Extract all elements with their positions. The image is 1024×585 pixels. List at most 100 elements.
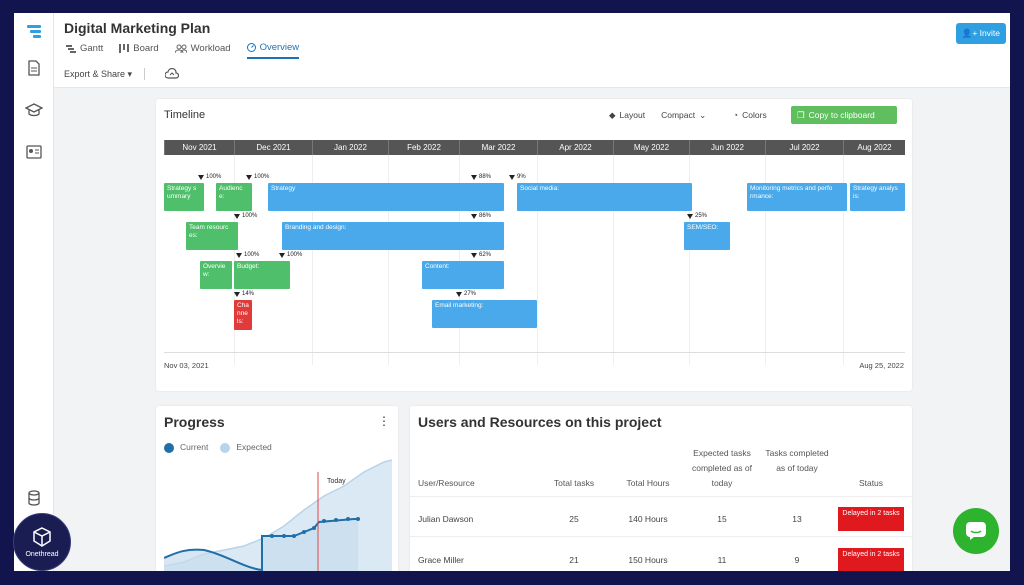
tab-label: Overview (259, 42, 300, 53)
percent-label: 100% (287, 252, 303, 258)
workload-icon (174, 44, 187, 53)
marker-triangle-icon (198, 174, 204, 180)
percent-label: 88% (479, 174, 492, 180)
copy-icon: ❐ (797, 109, 805, 120)
task-bar[interactable]: Strategy s ummary (164, 183, 204, 211)
users-resources-panel: Users and Resources on this project User… (410, 406, 912, 571)
contact-card-icon[interactable] (14, 139, 54, 165)
completed-tasks: 9 (794, 555, 800, 565)
chevron-down-icon: ⌄ (699, 109, 707, 120)
expected-tasks: 11 (717, 555, 727, 565)
user-name: Julian Dawson (418, 514, 474, 524)
cloud-sync-icon[interactable] (164, 67, 180, 85)
user-name: Grace Miller (418, 555, 464, 565)
column-header: Tasks completed as of today (765, 448, 829, 473)
current-point (270, 534, 274, 538)
month-label: Jul 2022 (765, 140, 843, 155)
task-bar[interactable]: SEM/SEO: (684, 222, 730, 250)
current-swatch (164, 442, 174, 453)
today-label: Today (327, 478, 346, 485)
more-options-icon[interactable]: ⋮ (378, 414, 390, 428)
legend-expected-label: Expected (236, 442, 272, 452)
task-bar[interactable]: Budget: (234, 261, 290, 289)
marker-triangle-icon (687, 213, 693, 219)
legend-expected: Expected (220, 442, 272, 453)
completed-tasks: 13 (792, 514, 802, 524)
layout-dropdown[interactable]: ◆ Layout Compact ⌄ (603, 106, 712, 124)
total-tasks: 21 (569, 555, 579, 565)
percent-marker: 100% (246, 174, 269, 180)
users-resources-title: Users and Resources on this project (418, 414, 662, 430)
overview-icon (246, 43, 256, 52)
chat-bubble-icon (966, 522, 986, 540)
total-tasks: 25 (569, 514, 579, 524)
invite-button[interactable]: 👤+ Invite (955, 23, 1006, 44)
task-bar[interactable]: Team resourc es: (186, 222, 238, 250)
app-logo-icon[interactable] (14, 19, 54, 45)
percent-label: 62% (479, 252, 492, 258)
percent-label: 25% (695, 213, 708, 219)
progress-title: Progress (164, 414, 225, 430)
copy-to-clipboard-button[interactable]: ❐ Copy to clipboard (791, 106, 897, 124)
task-bar[interactable]: Monitoring metrics and perfo rmance: (747, 183, 847, 211)
view-tabs: Gantt Board Workload Overview (66, 42, 300, 59)
marker-triangle-icon (246, 174, 252, 180)
task-bar[interactable]: Overvie w: (200, 261, 232, 289)
document-icon[interactable] (14, 55, 54, 81)
task-bar[interactable]: Cha nne ls: (234, 300, 252, 330)
layout-value: Compact (661, 110, 696, 120)
expected-swatch (220, 442, 231, 453)
timeline-baseline (164, 352, 905, 353)
task-bar[interactable]: Strategy (268, 183, 504, 211)
chat-button[interactable] (953, 508, 999, 554)
column-header: Total tasks (553, 478, 595, 488)
board-icon (119, 44, 130, 53)
export-share-dropdown[interactable]: Export & Share ▾ (64, 69, 132, 80)
percent-marker: 100% (236, 252, 259, 258)
column-header: Total Hours (626, 478, 670, 488)
task-bar[interactable]: Email marketing: (432, 300, 537, 328)
percent-label: 27% (464, 291, 477, 297)
task-bar[interactable]: Social media: (517, 183, 692, 211)
task-bar[interactable]: Branding and design: (282, 222, 504, 250)
colors-button[interactable]: ◔ Colors (727, 106, 773, 124)
layout-label: Layout (619, 110, 646, 120)
month-label: Apr 2022 (537, 140, 613, 155)
database-icon[interactable] (14, 485, 54, 511)
month-label: Aug 2022 (843, 140, 905, 155)
graduation-cap-icon[interactable] (14, 97, 54, 123)
tab-overview[interactable]: Overview (246, 42, 300, 59)
task-bar[interactable]: Strategy analys is: (850, 183, 905, 211)
legend-current: Current (164, 442, 208, 453)
legend-current-label: Current (180, 442, 209, 452)
percent-label: 100% (242, 213, 258, 219)
task-bar[interactable]: Content: (422, 261, 504, 289)
tab-label: Board (133, 43, 159, 54)
percent-marker: 14% (234, 291, 254, 297)
caret-down-icon: ▾ (127, 69, 133, 79)
current-point (312, 526, 316, 530)
toolbar-divider (144, 68, 145, 80)
marker-triangle-icon (234, 291, 240, 297)
tab-workload[interactable]: Workload (174, 42, 231, 59)
current-point (322, 519, 326, 523)
percent-label: 100% (244, 252, 260, 258)
column-header: Status (858, 478, 884, 488)
brand-name: Onethread (25, 551, 59, 558)
marker-triangle-icon (236, 252, 242, 258)
gantt-icon (66, 44, 76, 53)
percent-marker: 27% (456, 291, 476, 297)
add-user-icon: 👤+ (961, 28, 978, 38)
status-badge: Delayed in 2 tasks (838, 507, 904, 531)
current-point (282, 534, 286, 538)
brand-badge: Onethread (13, 513, 71, 571)
total-hours: 150 Hours (628, 555, 668, 565)
percent-label: 100% (206, 174, 222, 180)
tab-gantt[interactable]: Gantt (66, 42, 103, 59)
current-point (302, 530, 306, 534)
month-label: Nov 2021 (164, 140, 234, 155)
colors-label: Colors (742, 110, 767, 120)
timeline-title: Timeline (164, 109, 206, 121)
tab-board[interactable]: Board (119, 42, 159, 59)
task-bar[interactable]: Audienc e: (216, 183, 252, 211)
